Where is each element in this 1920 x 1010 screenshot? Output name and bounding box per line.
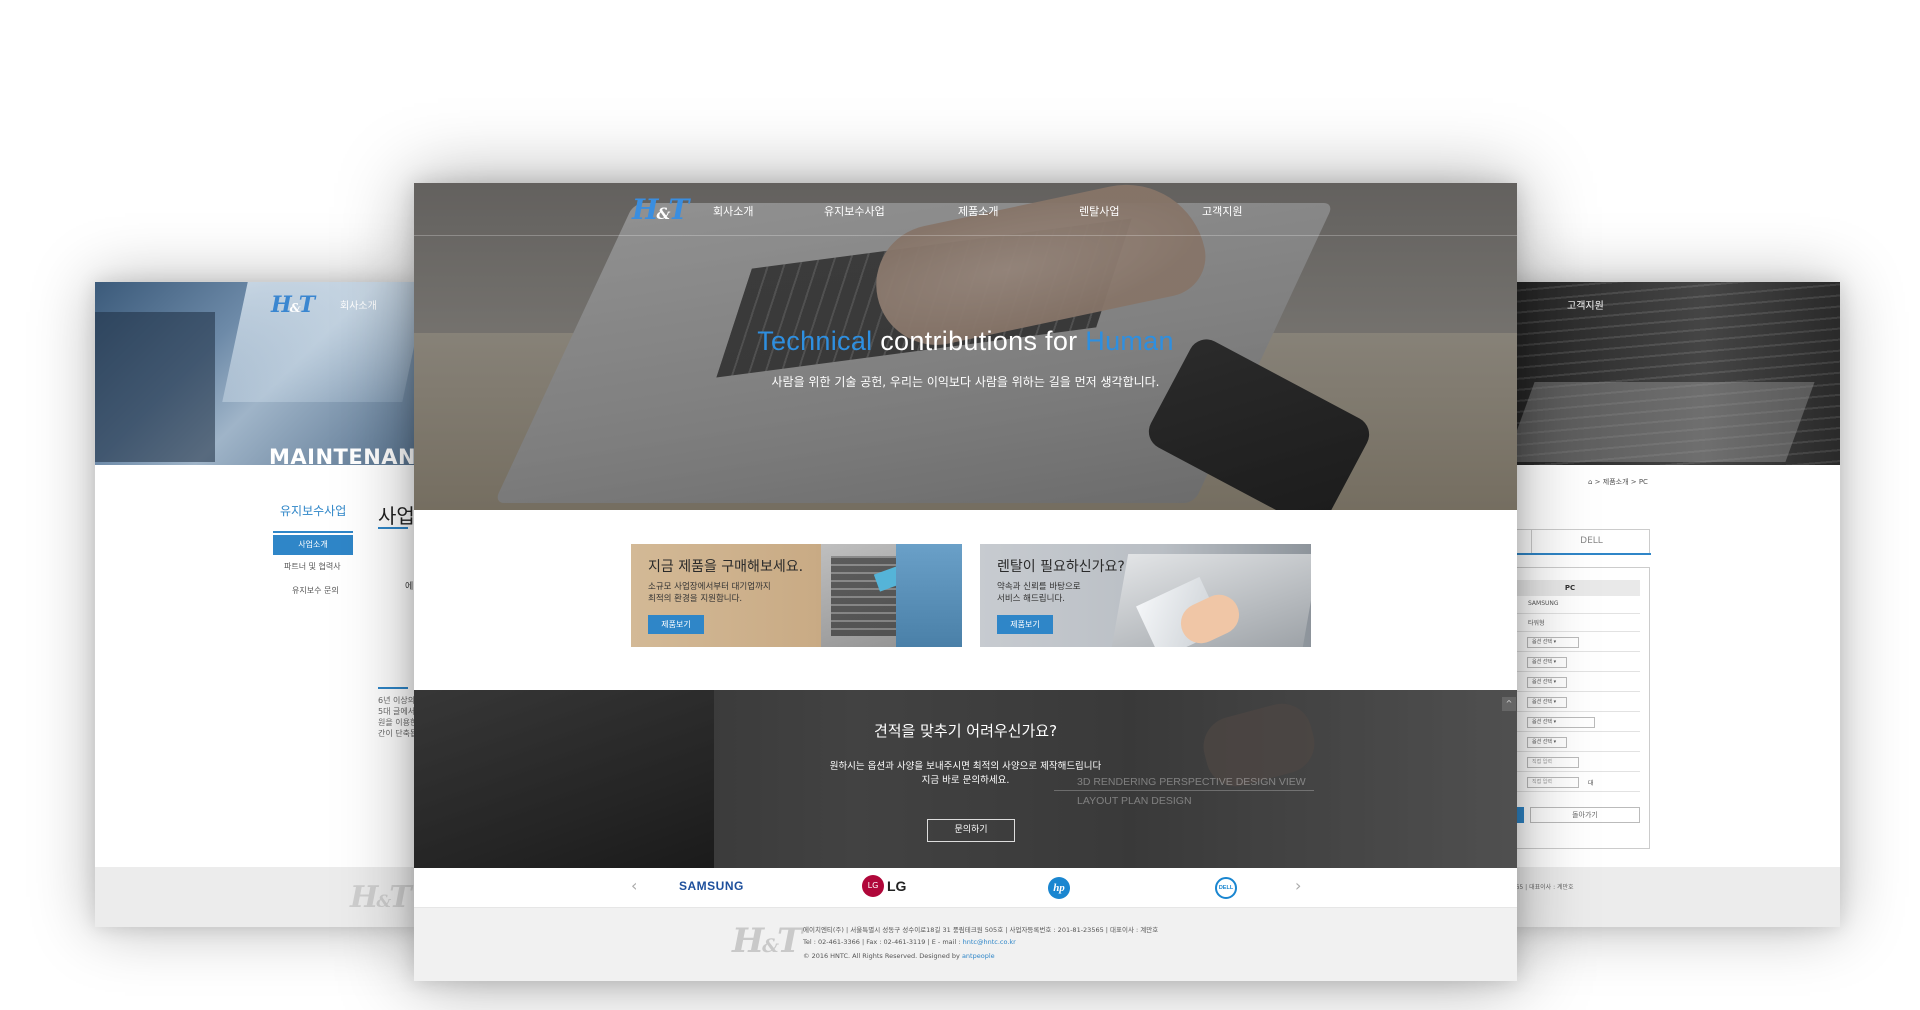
option-select[interactable]: 옵션 선택 ▾ <box>1527 637 1579 648</box>
main-page-home: H&T 회사소개 유지보수사업 제품소개 렌탈사업 고객지원 Technical… <box>414 183 1517 981</box>
section-underline <box>378 527 408 529</box>
option-select[interactable]: 옵션 선택 ▾ <box>1527 737 1567 748</box>
footer-company-info: 에이치엔티(주) | 서울특별시 성동구 성수이로18길 31 풍림테크원 50… <box>803 926 1159 934</box>
quantity-input[interactable]: 직접 입력 <box>1527 777 1579 788</box>
quote-banner: 견적을 맞추기 어려우신가요? 원하시는 옵션과 사양을 보내주시면 최적의 사… <box>414 690 1517 868</box>
carousel-next-icon[interactable]: › <box>1295 876 1301 895</box>
lg-logo[interactable]: LG LG <box>862 875 906 897</box>
footer-copyright: © 2016 HNTC. All Rights Reserved. Design… <box>803 952 995 960</box>
left-logo[interactable]: H&T <box>271 292 315 318</box>
spec-row: 직접 입력 대 <box>1500 774 1640 792</box>
left-description: 6년 이상의 5대 글에서 원을 이용한 간이 단축됩 <box>378 696 418 738</box>
scroll-top-icon[interactable]: ^ <box>1502 697 1516 711</box>
sidebar-item-inquiry[interactable]: 유지보수 문의 <box>292 585 339 596</box>
breadcrumb: ⌂ > 제품소개 > PC <box>1588 478 1648 486</box>
left-sidebar-heading: 유지보수사업 <box>280 504 347 518</box>
email-link[interactable]: hntc@hntc.co.kr <box>963 938 1016 946</box>
promo-buy-desc: 소규모 사업장에서부터 대기업까지 최적의 환경을 지원합니다. <box>648 582 771 604</box>
nav-item-products[interactable]: 제품소개 <box>958 203 998 219</box>
spec-row: 타워형 <box>1500 614 1640 632</box>
hero-subheadline: 사람을 위한 기술 공헌, 우리는 이익보다 사람을 위하는 길을 먼저 생각합… <box>771 375 1160 389</box>
nav-item-support[interactable]: 고객지원 <box>1202 203 1242 219</box>
sidebar-item-business[interactable]: 사업소개 <box>273 531 353 555</box>
option-select[interactable]: 옵션 선택 ▾ <box>1527 717 1595 728</box>
watermark-text: LAYOUT PLAN DESIGN <box>1077 795 1192 807</box>
hero-headline: Technical contributions for Human <box>757 326 1174 356</box>
spec-row: 직접 입력 <box>1500 754 1640 772</box>
promo-buy-title: 지금 제품을 구매해보세요. <box>648 559 804 575</box>
direct-input[interactable]: 직접 입력 <box>1527 757 1579 768</box>
right-nav-item[interactable]: 고객지원 <box>1567 297 1604 312</box>
spec-row: SAMSUNG <box>1500 596 1640 614</box>
desc-divider <box>378 687 408 689</box>
spec-row: 옵션 선택 ▾ <box>1500 634 1640 652</box>
left-text-fragment: 에 <box>405 582 414 592</box>
samsung-logo[interactable]: SAMSUNG <box>679 879 744 893</box>
view-products-button[interactable]: 제품보기 <box>648 615 704 634</box>
promo-rent-title: 렌탈이 필요하신가요? <box>997 559 1125 575</box>
hp-logo[interactable]: hp <box>1048 877 1070 899</box>
view-rental-button[interactable]: 제품보기 <box>997 615 1053 634</box>
nav-item-rental[interactable]: 렌탈사업 <box>1079 203 1119 219</box>
dell-logo[interactable]: DELL <box>1215 877 1237 899</box>
nav-divider <box>414 235 1517 236</box>
nav-item-maintenance[interactable]: 유지보수사업 <box>824 203 885 219</box>
option-select[interactable]: 옵션 선택 ▾ <box>1527 697 1567 708</box>
spec-row: 옵션 선택 ▾ <box>1500 714 1640 732</box>
quote-desc: 원하시는 옵션과 사양을 보내주시면 최적의 사양으로 제작해드립니다 지금 바… <box>829 761 1102 786</box>
right-hero-image <box>1500 282 1840 465</box>
footer-logo: H&T <box>732 921 802 961</box>
left-hero-title: MAINTENANCE <box>269 445 425 469</box>
promo-rent-card: 렌탈이 필요하신가요? 약속과 신뢰를 바탕으로 서비스 해드립니다. 제품보기 <box>980 544 1311 647</box>
left-page-maintenance: H&T 회사소개 MAINTENANCE 유지보수사업 사업소개 파트너 및 협… <box>95 282 425 927</box>
spec-row: 옵션 선택 ▾ <box>1500 654 1640 672</box>
tab-dell[interactable]: DELL <box>1531 530 1651 553</box>
footer-contact: Tel : 02-461-3366 | Fax : 02-461-3119 | … <box>803 938 1016 946</box>
nav-item-company[interactable]: 회사소개 <box>713 203 753 219</box>
promo-buy-card: 지금 제품을 구매해보세요. 소규모 사업장에서부터 대기업까지 최적의 환경을… <box>631 544 962 647</box>
left-footer-logo: H&T <box>350 880 412 915</box>
spec-header: PC <box>1500 580 1640 596</box>
option-select[interactable]: 옵션 선택 ▾ <box>1527 677 1567 688</box>
designer-link[interactable]: antpeople <box>962 952 995 960</box>
inquiry-button[interactable]: 문의하기 <box>927 819 1015 842</box>
showcase-stage: H&T 회사소개 MAINTENANCE 유지보수사업 사업소개 파트너 및 협… <box>0 0 1920 1010</box>
brand-tabs: DELL <box>1500 529 1651 555</box>
right-page-product: 고객지원 ⌂ > 제품소개 > PC DELL PC SAMSUNG 타워형 옵… <box>1500 282 1840 927</box>
quote-title: 견적을 맞추기 어려우신가요? <box>873 722 1058 740</box>
spec-row: 옵션 선택 ▾ <box>1500 734 1640 752</box>
watermark-text: 3D RENDERING PERSPECTIVE DESIGN VIEW <box>1077 776 1306 788</box>
left-nav-item[interactable]: 회사소개 <box>340 297 377 312</box>
option-select[interactable]: 옵션 선택 ▾ <box>1527 657 1567 668</box>
right-footer <box>1500 867 1840 927</box>
spec-row: 옵션 선택 ▾ <box>1500 694 1640 712</box>
promo-rent-desc: 약속과 신뢰를 바탕으로 서비스 해드립니다. <box>997 582 1081 604</box>
sidebar-item-partners[interactable]: 파트너 및 협력사 <box>284 561 341 572</box>
main-logo[interactable]: H&T <box>632 193 689 226</box>
spec-row: 옵션 선택 ▾ <box>1500 674 1640 692</box>
partner-carousel: ‹ SAMSUNG LG LG hp DELL › <box>414 868 1517 908</box>
back-button[interactable]: 돌아가기 <box>1530 807 1640 823</box>
carousel-prev-icon[interactable]: ‹ <box>631 876 637 895</box>
